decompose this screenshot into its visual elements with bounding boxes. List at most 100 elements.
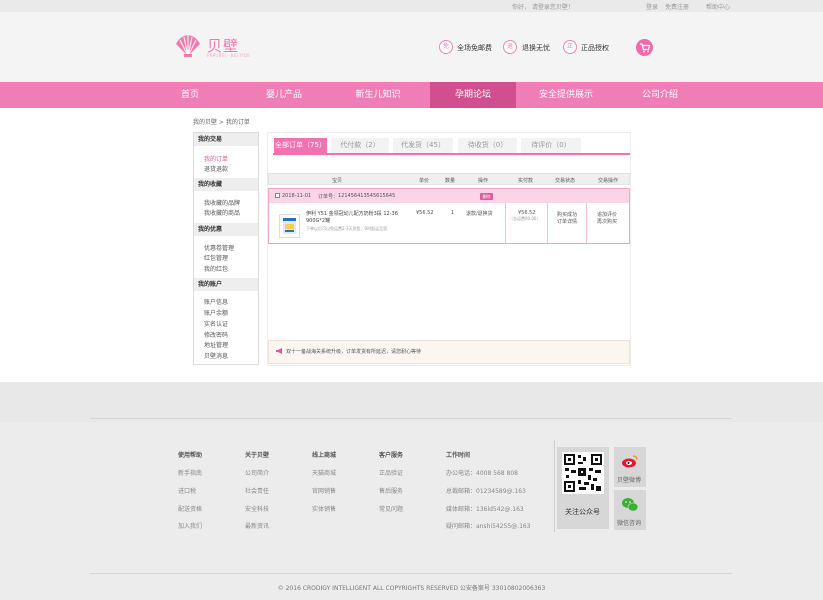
cart-icon <box>640 43 651 53</box>
footer-link[interactable]: 最新资讯 <box>245 521 269 530</box>
feature-free-shipping: 全场免邮费 <box>457 44 492 52</box>
th-qty: 数量 <box>445 178 456 184</box>
notice-text: 双十一备战海关系统升级，订单发货有所延迟，请您耐心等待 <box>286 349 422 355</box>
footer-heading-help: 使用帮助 <box>178 452 203 459</box>
order-no: 121456413545615645 <box>338 193 396 199</box>
th-item: 宝贝 <box>332 178 343 184</box>
order-no-label: 订单号： <box>318 194 339 200</box>
footer-link[interactable]: 公司简介 <box>245 468 269 477</box>
sidebar-item-address[interactable]: 地址管理 <box>204 340 228 349</box>
return-icon: 退 <box>503 40 517 54</box>
account-sidebar: 我的交易 我的订单 退货退款 我的收藏 我收藏的品牌 我收藏的商品 我的优惠 优… <box>193 132 259 365</box>
th-operation: 操作 <box>478 178 489 184</box>
divider <box>547 203 548 243</box>
unit-price: ¥56.52 <box>416 210 434 216</box>
footer-link[interactable]: 常见问题 <box>379 504 403 513</box>
footer-link[interactable]: 新手指南 <box>178 468 202 477</box>
footer-link[interactable]: 正品验证 <box>379 468 403 477</box>
wechat-button[interactable]: 微信咨询 <box>614 490 646 530</box>
add-review-link[interactable]: 追加评价 <box>597 211 617 218</box>
milk-can-image <box>283 218 296 234</box>
sidebar-item-messages[interactable]: 贝壁消息 <box>204 351 228 360</box>
weibo-button[interactable]: 贝壁微博 <box>614 447 646 487</box>
footer-link[interactable]: 实体销售 <box>312 504 336 513</box>
footer-link[interactable]: 配送资格 <box>178 504 202 513</box>
help-link[interactable]: 帮助中心 <box>706 2 730 11</box>
main-nav: 首页 婴儿产品 新生儿知识 孕期论坛 安全提供展示 公司介绍 <box>0 82 823 108</box>
login-link[interactable]: 登录 <box>646 2 658 11</box>
order-status: 购买成功 <box>557 212 578 218</box>
footer-divider <box>90 418 732 419</box>
wechat-label: 微信咨询 <box>617 520 642 527</box>
refund-link[interactable]: 退款/退换货 <box>466 210 493 217</box>
header <box>0 12 823 82</box>
divider <box>586 203 587 243</box>
th-paid: 实付款 <box>518 178 534 184</box>
footer-heading-about: 关于贝壁 <box>245 452 270 459</box>
tab-all-orders[interactable]: 全部订单（75） <box>274 138 327 153</box>
th-status: 交易状态 <box>555 178 576 184</box>
tab-pending-shipment[interactable]: 代发货（45） <box>393 138 453 153</box>
contact-email: 疑问邮箱：anshi54255@.163 <box>446 523 531 530</box>
delete-order-button[interactable]: 删除 <box>480 193 493 200</box>
greeting-text: 你好， 请登录您贝壁！ <box>512 4 574 11</box>
content-bottom-band <box>0 382 823 422</box>
nav-pregnancy-forum[interactable]: 孕期论坛 <box>430 82 516 108</box>
footer-link[interactable]: 官网销售 <box>312 486 336 495</box>
nav-company[interactable]: 公司介绍 <box>630 82 690 108</box>
footer-divider <box>90 573 732 574</box>
product-name[interactable]: 伊利 Y51 金领冠幼儿配方奶粉3段 12-36 900G*2罐 <box>306 211 406 225</box>
nav-newborn-knowledge[interactable]: 新生儿知识 <box>345 82 411 108</box>
orders-panel <box>267 132 631 366</box>
sidebar-item-password[interactable]: 修改密码 <box>204 330 228 339</box>
footer-heading-store: 线上商城 <box>312 452 337 459</box>
sidebar-item-fav-brands[interactable]: 我收藏的品牌 <box>204 198 240 207</box>
brand-tagline: FRPUBEI · BEI YIDE <box>207 53 251 58</box>
footer-link[interactable]: 加入我们 <box>178 521 202 530</box>
nav-home[interactable]: 首页 <box>160 82 220 108</box>
megaphone-icon <box>276 348 282 354</box>
sidebar-item-balance[interactable]: 账户余额 <box>204 308 228 317</box>
sidebar-item-account-info[interactable]: 账户信息 <box>204 297 228 306</box>
tab-pending-receipt[interactable]: 待收货（0） <box>458 138 517 153</box>
copyright: © 2016 CRODIGY INTELLIGENT ALL COPYRIGHT… <box>277 585 546 592</box>
sidebar-item-coupons[interactable]: 优惠卷管理 <box>204 243 234 252</box>
breadcrumb[interactable]: 我的贝壁 > 我的订单 <box>193 117 250 126</box>
weibo-icon <box>622 455 638 468</box>
footer-link[interactable]: 售后服务 <box>379 486 403 495</box>
footer-heading-hours: 工作时间 <box>446 452 471 459</box>
nav-safety[interactable]: 安全提供展示 <box>533 82 599 108</box>
footer-vertical-divider <box>554 440 555 532</box>
footer-link[interactable]: 安全科技 <box>245 504 269 513</box>
tab-pending-review[interactable]: 待评价（0） <box>521 138 581 153</box>
cart-button[interactable] <box>636 39 653 56</box>
qr-code-image <box>562 452 604 494</box>
sidebar-item-verification[interactable]: 实名认证 <box>204 319 228 328</box>
th-price: 单价 <box>419 178 430 184</box>
nav-baby-products[interactable]: 婴儿产品 <box>252 82 316 108</box>
footer-link[interactable]: 社会责任 <box>245 486 269 495</box>
order-detail-link[interactable]: 订单详情 <box>557 218 577 225</box>
sidebar-item-fav-products[interactable]: 我收藏的商品 <box>204 208 240 217</box>
feature-authentic: 正品授权 <box>581 44 609 52</box>
product-thumbnail[interactable] <box>279 214 300 238</box>
divider <box>505 203 506 243</box>
order-select-checkbox[interactable] <box>275 193 280 198</box>
sidebar-item-my-redpacket[interactable]: 我的红包 <box>204 264 228 273</box>
qr-code-icon <box>564 454 602 492</box>
tab-pending-payment[interactable]: 代付款（2） <box>331 138 389 153</box>
weibo-label: 贝壁微博 <box>617 477 642 484</box>
buy-again-link[interactable]: 再次购买 <box>597 218 617 225</box>
top-bar: 你好， 请登录您贝壁！ 登录 免费注册 帮助中心 <box>0 0 823 12</box>
quantity: 1 <box>451 210 455 216</box>
footer-link[interactable]: 天猫商城 <box>312 468 336 477</box>
register-link[interactable]: 免费注册 <box>665 2 689 11</box>
tab-underline <box>273 153 630 155</box>
shell-logo-icon[interactable] <box>174 34 202 58</box>
sidebar-item-refunds[interactable]: 退货退款 <box>204 164 228 173</box>
sidebar-section-discounts: 我的优惠 <box>194 223 258 236</box>
sidebar-section-favorites: 我的收藏 <box>194 178 258 191</box>
sidebar-item-my-orders[interactable]: 我的订单 <box>204 154 228 163</box>
footer-link[interactable]: 进口税 <box>178 486 196 495</box>
sidebar-item-redpacket-mgmt[interactable]: 红包管理 <box>204 253 228 262</box>
